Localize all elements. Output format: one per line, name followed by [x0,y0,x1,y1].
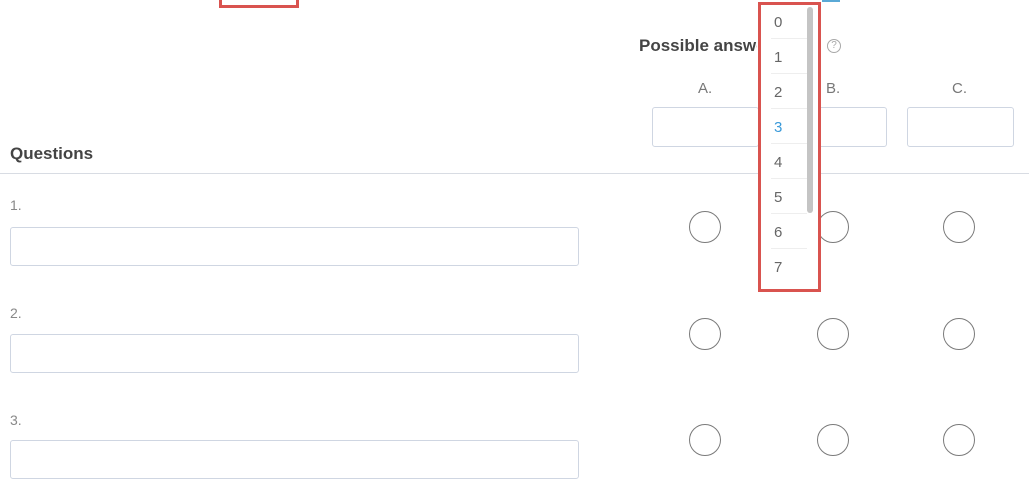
question-3-radio-b[interactable] [817,424,849,456]
dropdown-option-2[interactable]: 2 [771,77,807,109]
dropdown-option-4[interactable]: 4 [771,147,807,179]
highlight-box [219,0,299,8]
question-3-input[interactable] [10,440,579,479]
question-number: 3. [10,412,22,428]
dropdown-option-5[interactable]: 5 [771,182,807,214]
answer-column-label-a: A. [698,80,713,97]
answer-a-input[interactable] [652,107,759,147]
link-underline [822,0,840,2]
question-2-radio-b[interactable] [817,318,849,350]
dropdown-option-6[interactable]: 6 [771,217,807,249]
question-1-input[interactable] [10,227,579,266]
answer-column-label-b: B. [826,80,841,97]
questions-heading: Questions [10,144,94,163]
dropdown-option-3-selected[interactable]: 3 [771,112,807,144]
question-number: 1. [10,197,22,213]
dropdown-option-0[interactable]: 0 [771,7,807,39]
dropdown-scrollbar[interactable] [807,7,813,213]
question-1-radio-c[interactable] [943,211,975,243]
question-1-radio-b[interactable] [817,211,849,243]
question-3-radio-c[interactable] [943,424,975,456]
dropdown-option-7[interactable]: 7 [771,252,807,284]
divider [0,173,1029,174]
question-circle-icon[interactable]: ? [827,39,841,53]
question-3-radio-a[interactable] [689,424,721,456]
dropdown-option-1[interactable]: 1 [771,42,807,74]
question-number: 2. [10,305,22,321]
question-2-radio-c[interactable] [943,318,975,350]
question-2-radio-a[interactable] [689,318,721,350]
answer-c-input[interactable] [907,107,1014,147]
answer-count-dropdown[interactable]: 0 1 2 3 4 5 6 7 [758,2,821,292]
question-1-radio-a[interactable] [689,211,721,243]
question-2-input[interactable] [10,334,579,373]
possible-answers-label: Possible answers [639,36,757,55]
answer-column-label-c: C. [952,80,967,97]
